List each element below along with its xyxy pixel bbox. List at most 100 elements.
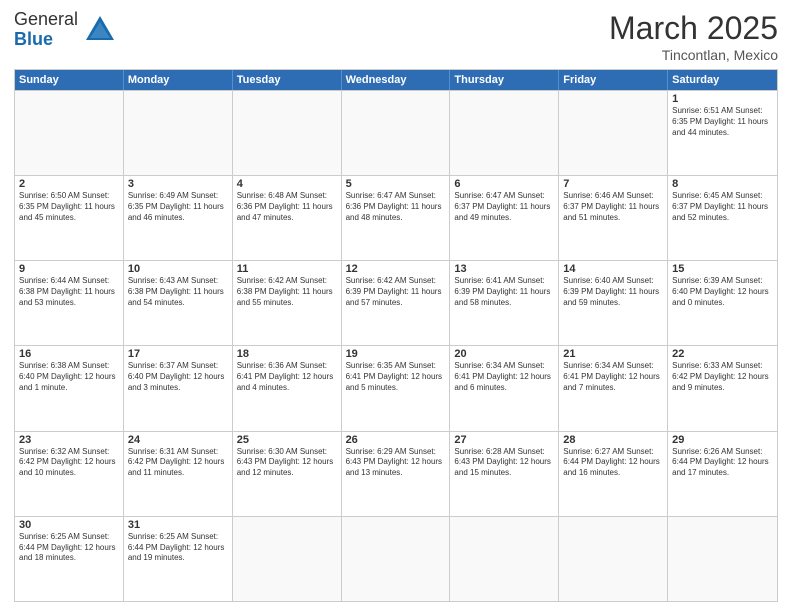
day-number: 18 — [237, 348, 337, 360]
logo-blue: Blue — [14, 29, 53, 49]
calendar-cell: 24Sunrise: 6:31 AM Sunset: 6:42 PM Dayli… — [124, 432, 233, 516]
day-number: 1 — [672, 93, 773, 105]
calendar-cell: 16Sunrise: 6:38 AM Sunset: 6:40 PM Dayli… — [15, 346, 124, 430]
day-info: Sunrise: 6:39 AM Sunset: 6:40 PM Dayligh… — [672, 276, 773, 308]
day-number: 10 — [128, 263, 228, 275]
calendar-cell: 30Sunrise: 6:25 AM Sunset: 6:44 PM Dayli… — [15, 517, 124, 601]
day-info: Sunrise: 6:29 AM Sunset: 6:43 PM Dayligh… — [346, 447, 446, 479]
calendar-cell — [450, 517, 559, 601]
calendar-cell: 2Sunrise: 6:50 AM Sunset: 6:35 PM Daylig… — [15, 176, 124, 260]
day-number: 25 — [237, 434, 337, 446]
day-number: 13 — [454, 263, 554, 275]
day-number: 9 — [19, 263, 119, 275]
day-number: 21 — [563, 348, 663, 360]
calendar-cell — [15, 91, 124, 175]
header-cell-saturday: Saturday — [668, 70, 777, 90]
day-number: 14 — [563, 263, 663, 275]
calendar-cell: 25Sunrise: 6:30 AM Sunset: 6:43 PM Dayli… — [233, 432, 342, 516]
day-info: Sunrise: 6:45 AM Sunset: 6:37 PM Dayligh… — [672, 191, 773, 223]
day-number: 23 — [19, 434, 119, 446]
calendar-cell: 28Sunrise: 6:27 AM Sunset: 6:44 PM Dayli… — [559, 432, 668, 516]
header-cell-thursday: Thursday — [450, 70, 559, 90]
day-number: 8 — [672, 178, 773, 190]
logo-area: General Blue — [14, 10, 118, 50]
calendar-cell: 21Sunrise: 6:34 AM Sunset: 6:41 PM Dayli… — [559, 346, 668, 430]
day-number: 26 — [346, 434, 446, 446]
calendar-cell: 4Sunrise: 6:48 AM Sunset: 6:36 PM Daylig… — [233, 176, 342, 260]
day-number: 15 — [672, 263, 773, 275]
day-info: Sunrise: 6:44 AM Sunset: 6:38 PM Dayligh… — [19, 276, 119, 308]
calendar-cell — [233, 517, 342, 601]
day-number: 11 — [237, 263, 337, 275]
calendar-cell — [342, 517, 451, 601]
calendar-header: SundayMondayTuesdayWednesdayThursdayFrid… — [15, 70, 777, 90]
calendar-cell — [342, 91, 451, 175]
calendar-cell — [450, 91, 559, 175]
calendar-cell: 13Sunrise: 6:41 AM Sunset: 6:39 PM Dayli… — [450, 261, 559, 345]
calendar-cell: 19Sunrise: 6:35 AM Sunset: 6:41 PM Dayli… — [342, 346, 451, 430]
calendar-cell: 8Sunrise: 6:45 AM Sunset: 6:37 PM Daylig… — [668, 176, 777, 260]
day-info: Sunrise: 6:48 AM Sunset: 6:36 PM Dayligh… — [237, 191, 337, 223]
day-number: 12 — [346, 263, 446, 275]
calendar-cell: 27Sunrise: 6:28 AM Sunset: 6:43 PM Dayli… — [450, 432, 559, 516]
day-info: Sunrise: 6:34 AM Sunset: 6:41 PM Dayligh… — [563, 361, 663, 393]
logo-icon — [82, 12, 118, 48]
day-number: 16 — [19, 348, 119, 360]
day-number: 28 — [563, 434, 663, 446]
calendar-cell: 9Sunrise: 6:44 AM Sunset: 6:38 PM Daylig… — [15, 261, 124, 345]
location: Tincontlan, Mexico — [609, 47, 778, 63]
day-info: Sunrise: 6:51 AM Sunset: 6:35 PM Dayligh… — [672, 106, 773, 138]
calendar-cell — [559, 91, 668, 175]
day-info: Sunrise: 6:32 AM Sunset: 6:42 PM Dayligh… — [19, 447, 119, 479]
day-number: 4 — [237, 178, 337, 190]
header-cell-monday: Monday — [124, 70, 233, 90]
header-cell-friday: Friday — [559, 70, 668, 90]
calendar-cell — [233, 91, 342, 175]
calendar-cell: 12Sunrise: 6:42 AM Sunset: 6:39 PM Dayli… — [342, 261, 451, 345]
day-info: Sunrise: 6:27 AM Sunset: 6:44 PM Dayligh… — [563, 447, 663, 479]
day-number: 30 — [19, 519, 119, 531]
calendar-cell: 20Sunrise: 6:34 AM Sunset: 6:41 PM Dayli… — [450, 346, 559, 430]
day-info: Sunrise: 6:47 AM Sunset: 6:37 PM Dayligh… — [454, 191, 554, 223]
calendar-cell: 18Sunrise: 6:36 AM Sunset: 6:41 PM Dayli… — [233, 346, 342, 430]
calendar-row: 9Sunrise: 6:44 AM Sunset: 6:38 PM Daylig… — [15, 260, 777, 345]
day-info: Sunrise: 6:25 AM Sunset: 6:44 PM Dayligh… — [19, 532, 119, 564]
calendar-body: 1Sunrise: 6:51 AM Sunset: 6:35 PM Daylig… — [15, 90, 777, 601]
calendar-cell: 11Sunrise: 6:42 AM Sunset: 6:38 PM Dayli… — [233, 261, 342, 345]
calendar-cell: 29Sunrise: 6:26 AM Sunset: 6:44 PM Dayli… — [668, 432, 777, 516]
day-info: Sunrise: 6:25 AM Sunset: 6:44 PM Dayligh… — [128, 532, 228, 564]
day-number: 2 — [19, 178, 119, 190]
day-info: Sunrise: 6:33 AM Sunset: 6:42 PM Dayligh… — [672, 361, 773, 393]
calendar-row: 16Sunrise: 6:38 AM Sunset: 6:40 PM Dayli… — [15, 345, 777, 430]
calendar-cell: 6Sunrise: 6:47 AM Sunset: 6:37 PM Daylig… — [450, 176, 559, 260]
calendar-cell: 10Sunrise: 6:43 AM Sunset: 6:38 PM Dayli… — [124, 261, 233, 345]
header: General Blue March 2025 Tincontlan, Mexi… — [14, 10, 778, 63]
day-info: Sunrise: 6:46 AM Sunset: 6:37 PM Dayligh… — [563, 191, 663, 223]
header-cell-tuesday: Tuesday — [233, 70, 342, 90]
calendar-cell: 15Sunrise: 6:39 AM Sunset: 6:40 PM Dayli… — [668, 261, 777, 345]
calendar-row: 2Sunrise: 6:50 AM Sunset: 6:35 PM Daylig… — [15, 175, 777, 260]
calendar-row: 30Sunrise: 6:25 AM Sunset: 6:44 PM Dayli… — [15, 516, 777, 601]
day-info: Sunrise: 6:34 AM Sunset: 6:41 PM Dayligh… — [454, 361, 554, 393]
day-info: Sunrise: 6:28 AM Sunset: 6:43 PM Dayligh… — [454, 447, 554, 479]
header-cell-sunday: Sunday — [15, 70, 124, 90]
day-info: Sunrise: 6:35 AM Sunset: 6:41 PM Dayligh… — [346, 361, 446, 393]
calendar-cell: 31Sunrise: 6:25 AM Sunset: 6:44 PM Dayli… — [124, 517, 233, 601]
day-info: Sunrise: 6:37 AM Sunset: 6:40 PM Dayligh… — [128, 361, 228, 393]
calendar-cell: 17Sunrise: 6:37 AM Sunset: 6:40 PM Dayli… — [124, 346, 233, 430]
day-info: Sunrise: 6:43 AM Sunset: 6:38 PM Dayligh… — [128, 276, 228, 308]
header-cell-wednesday: Wednesday — [342, 70, 451, 90]
title-area: March 2025 Tincontlan, Mexico — [609, 10, 778, 63]
day-number: 6 — [454, 178, 554, 190]
calendar-cell: 22Sunrise: 6:33 AM Sunset: 6:42 PM Dayli… — [668, 346, 777, 430]
day-info: Sunrise: 6:42 AM Sunset: 6:39 PM Dayligh… — [346, 276, 446, 308]
calendar-cell — [124, 91, 233, 175]
day-number: 27 — [454, 434, 554, 446]
calendar-cell: 5Sunrise: 6:47 AM Sunset: 6:36 PM Daylig… — [342, 176, 451, 260]
day-number: 17 — [128, 348, 228, 360]
calendar-cell: 1Sunrise: 6:51 AM Sunset: 6:35 PM Daylig… — [668, 91, 777, 175]
logo: General Blue — [14, 10, 78, 50]
day-number: 29 — [672, 434, 773, 446]
day-info: Sunrise: 6:40 AM Sunset: 6:39 PM Dayligh… — [563, 276, 663, 308]
day-info: Sunrise: 6:36 AM Sunset: 6:41 PM Dayligh… — [237, 361, 337, 393]
